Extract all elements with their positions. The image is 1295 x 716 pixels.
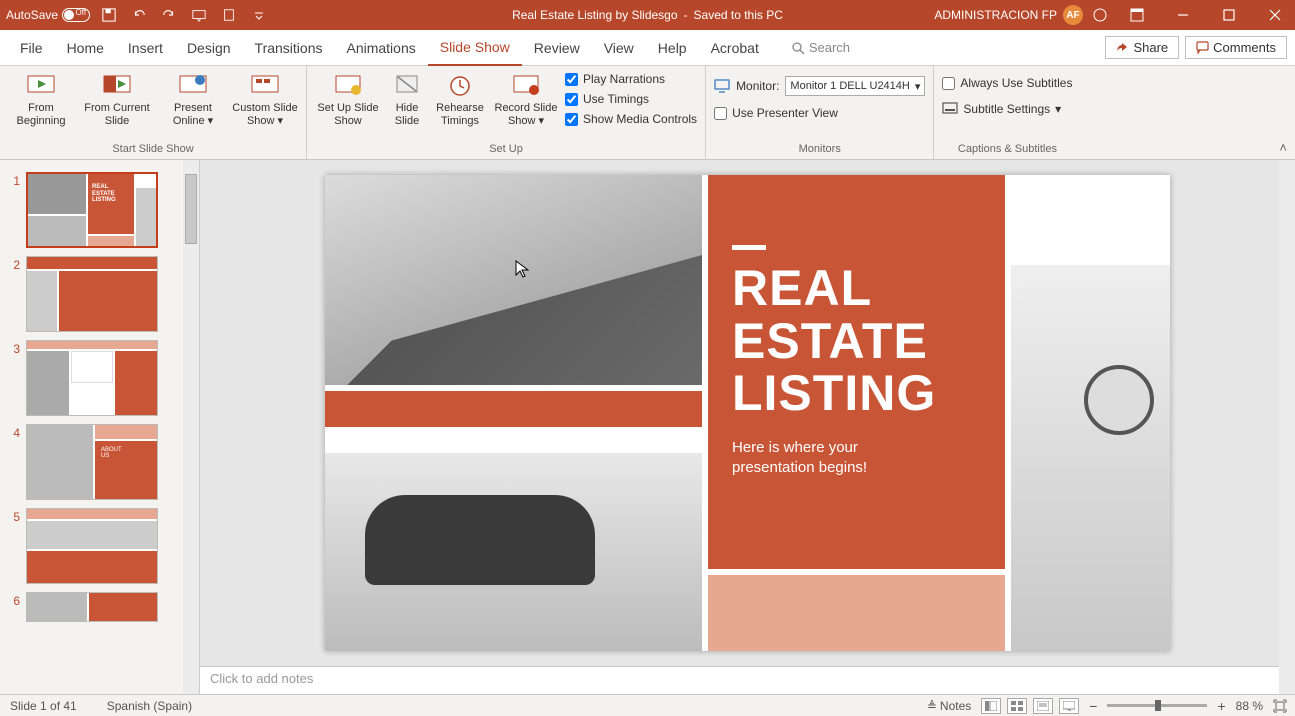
slideshow-quick-icon[interactable] [188, 4, 210, 26]
monitor-label: Monitor: [736, 79, 779, 93]
slide-image-bathroom [1011, 265, 1170, 651]
editor-scrollbar[interactable] [1279, 160, 1295, 694]
use-timings-checkbox[interactable]: Use Timings [565, 92, 697, 106]
slide-image-building [325, 175, 702, 385]
slide-counter: Slide 1 of 41 [10, 699, 77, 713]
tab-help[interactable]: Help [646, 30, 699, 66]
touch-mode-icon[interactable] [218, 4, 240, 26]
hide-slide-button[interactable]: Hide Slide [387, 70, 427, 127]
present-online-button[interactable]: Present Online ▾ [160, 70, 226, 127]
chevron-down-icon: ▾ [915, 80, 921, 93]
tab-slide-show[interactable]: Slide Show [428, 30, 522, 66]
maximize-button[interactable] [1209, 0, 1249, 30]
custom-slideshow-button[interactable]: Custom Slide Show ▾ [232, 70, 298, 127]
play-narrations-checkbox[interactable]: Play Narrations [565, 72, 697, 86]
hide-slide-icon [395, 72, 419, 100]
tab-acrobat[interactable]: Acrobat [699, 30, 771, 66]
group-label-monitors: Monitors [714, 141, 925, 159]
presenter-view-checkbox[interactable]: Use Presenter View [714, 106, 925, 120]
redo-icon[interactable] [158, 4, 180, 26]
tab-animations[interactable]: Animations [334, 30, 427, 66]
slide-canvas[interactable]: REALESTATELISTING Here is where yourpres… [325, 175, 1170, 651]
notes-pane[interactable]: Click to add notes [200, 666, 1295, 694]
share-icon [1116, 41, 1129, 54]
from-current-button[interactable]: From Current Slide [80, 70, 154, 127]
zoom-out-button[interactable]: − [1089, 698, 1097, 714]
search-icon [791, 41, 805, 55]
save-icon[interactable] [98, 4, 120, 26]
slide-orange-strip [325, 391, 702, 427]
present-online-icon [178, 72, 208, 100]
thumbnails-scrollbar[interactable] [183, 160, 199, 694]
share-button[interactable]: Share [1105, 36, 1179, 59]
from-beginning-icon [26, 72, 56, 100]
tab-design[interactable]: Design [175, 30, 243, 66]
thumbnail-5[interactable] [26, 508, 158, 584]
thumbnail-6[interactable] [26, 592, 158, 622]
from-beginning-button[interactable]: From Beginning [8, 70, 74, 127]
thumbnail-4[interactable]: ABOUTUS [26, 424, 158, 500]
rehearse-button[interactable]: Rehearse Timings [433, 70, 487, 127]
rehearse-icon [448, 72, 472, 100]
autosave-toggle[interactable]: AutoSave Off [6, 8, 90, 22]
show-media-checkbox[interactable]: Show Media Controls [565, 112, 697, 126]
monitor-icon [714, 79, 730, 93]
ribbon-display-icon[interactable] [1117, 0, 1157, 30]
qat-more-icon[interactable] [248, 4, 270, 26]
document-title: Real Estate Listing by Slidesgo - Saved … [512, 8, 783, 22]
tab-bar: File Home Insert Design Transitions Anim… [0, 30, 1295, 66]
normal-view-button[interactable] [981, 698, 1001, 714]
subtitle-settings-button[interactable]: Subtitle Settings▾ [942, 102, 1072, 116]
slide-thumbnails-panel: 1 REALESTATELISTING 2 3 [0, 160, 200, 694]
setup-icon [334, 72, 362, 100]
language-indicator[interactable]: Spanish (Spain) [107, 699, 192, 713]
setup-slideshow-button[interactable]: Set Up Slide Show [315, 70, 381, 127]
comments-button[interactable]: Comments [1185, 36, 1287, 59]
always-subtitles-checkbox[interactable]: Always Use Subtitles [942, 76, 1072, 90]
zoom-percent[interactable]: 88 % [1236, 699, 1263, 713]
group-label-captions: Captions & Subtitles [942, 141, 1072, 159]
subtitle-icon [942, 102, 958, 116]
group-label-start: Start Slide Show [8, 141, 298, 159]
record-button[interactable]: Record Slide Show ▾ [493, 70, 559, 127]
zoom-slider[interactable] [1107, 704, 1207, 707]
notes-toggle[interactable]: ≜ Notes [927, 699, 971, 713]
slide-peach-box [708, 575, 1005, 651]
slide-title-box: REALESTATELISTING Here is where yourpres… [708, 175, 1005, 569]
status-bar: Slide 1 of 41 Spanish (Spain) ≜ Notes − … [0, 694, 1295, 716]
tab-transitions[interactable]: Transitions [243, 30, 335, 66]
thumbnail-1[interactable]: REALESTATELISTING [26, 172, 158, 248]
zoom-in-button[interactable]: + [1217, 698, 1225, 714]
thumbnail-2[interactable] [26, 256, 158, 332]
reading-view-button[interactable] [1033, 698, 1053, 714]
thumbnail-3[interactable] [26, 340, 158, 416]
tab-view[interactable]: View [592, 30, 646, 66]
face-feedback-icon[interactable] [1089, 4, 1111, 26]
tab-insert[interactable]: Insert [116, 30, 175, 66]
sorter-view-button[interactable] [1007, 698, 1027, 714]
slide-sofa-shape [365, 495, 595, 585]
ribbon: From Beginning From Current Slide Presen… [0, 66, 1295, 160]
monitor-select[interactable]: Monitor 1 DELL U2414H ▾ [785, 76, 925, 96]
collapse-ribbon-button[interactable]: ˄ [1279, 140, 1287, 155]
title-bar: AutoSave Off Real Estate Listing by Slid… [0, 0, 1295, 30]
close-button[interactable] [1255, 0, 1295, 30]
from-current-icon [102, 72, 132, 100]
undo-icon[interactable] [128, 4, 150, 26]
tab-review[interactable]: Review [522, 30, 592, 66]
search-box[interactable]: Search [791, 40, 850, 55]
avatar[interactable]: AF [1063, 5, 1083, 25]
fit-to-window-button[interactable] [1273, 699, 1287, 713]
tab-file[interactable]: File [8, 30, 55, 66]
slideshow-view-button[interactable] [1059, 698, 1079, 714]
user-name: ADMINISTRACION FP [934, 8, 1057, 22]
comment-icon [1196, 41, 1209, 54]
record-icon [512, 72, 540, 100]
custom-slideshow-icon [250, 72, 280, 100]
tab-home[interactable]: Home [55, 30, 116, 66]
minimize-button[interactable] [1163, 0, 1203, 30]
group-label-setup: Set Up [315, 141, 697, 159]
